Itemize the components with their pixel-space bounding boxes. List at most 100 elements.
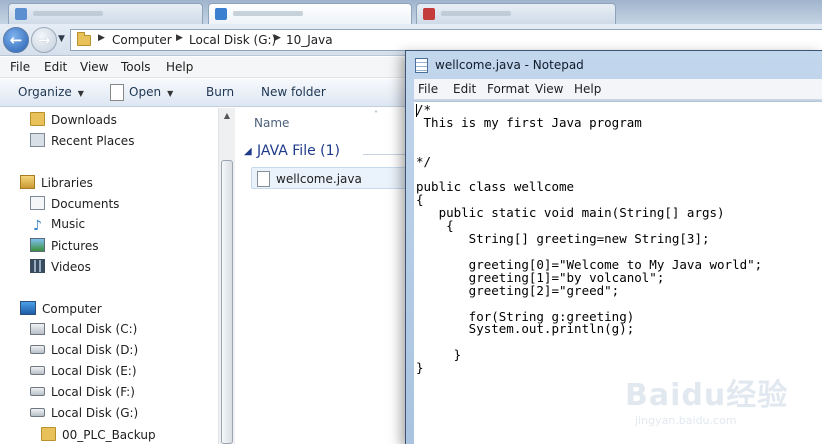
document-icon: [110, 84, 124, 101]
menu-view[interactable]: View: [80, 60, 108, 74]
breadcrumb-separator-icon[interactable]: ▶: [274, 33, 281, 43]
nav-item-recent-places[interactable]: Recent Places: [30, 133, 134, 148]
folder-icon: [30, 112, 45, 126]
notepad-icon: [415, 58, 428, 73]
chevron-down-icon: ▼: [77, 89, 84, 98]
nav-item-downloads[interactable]: Downloads: [30, 112, 117, 127]
notepad-title-bar[interactable]: wellcome.java - Notepad: [406, 51, 822, 79]
drive-icon: [30, 345, 45, 354]
address-box[interactable]: ▶ Computer ▶ Local Disk (G:) ▶ 10_Java: [70, 29, 822, 51]
nav-item-label: Local Disk (D:): [51, 343, 139, 357]
nav-item-label: Videos: [51, 260, 91, 274]
pictures-icon: [30, 238, 45, 252]
organize-button[interactable]: Organize ▼: [18, 85, 84, 99]
forward-arrow-icon: →: [37, 31, 51, 49]
tab-3[interactable]: [416, 3, 616, 24]
nav-item-local-disk-e[interactable]: Local Disk (E:): [30, 364, 137, 378]
file-name: wellcome.java: [276, 172, 362, 186]
menu-edit[interactable]: Edit: [44, 60, 67, 74]
recent-pages-dropdown-icon[interactable]: ▼: [58, 34, 65, 44]
nav-item-libraries[interactable]: Libraries: [20, 175, 93, 190]
nav-pane-scrollbar[interactable]: ▲: [218, 108, 235, 444]
column-header-name[interactable]: Name: [254, 116, 289, 130]
breadcrumb-separator-icon[interactable]: ▶: [98, 33, 105, 43]
chevron-down-icon: ▼: [167, 89, 174, 98]
drive-icon: [30, 366, 45, 375]
nav-item-music[interactable]: ♪ Music: [30, 217, 85, 233]
system-drive-icon: [30, 323, 45, 335]
back-button[interactable]: ←: [3, 27, 29, 53]
editor-content[interactable]: /* This is my first Java program */ publ…: [416, 103, 762, 375]
sort-arrow-icon: ˄: [374, 110, 378, 119]
menu-help[interactable]: Help: [166, 60, 193, 74]
text-caret: [416, 104, 417, 117]
watermark-logo: Baidu经验 jingyan.baidu.com: [625, 370, 815, 434]
menu-view[interactable]: View: [535, 82, 563, 96]
folder-icon: [41, 427, 56, 441]
new-folder-button[interactable]: New folder: [261, 85, 326, 99]
tab-2[interactable]: [208, 3, 412, 24]
menu-file[interactable]: File: [10, 60, 30, 74]
nav-item-label: Pictures: [51, 239, 99, 253]
java-file-icon: [257, 171, 270, 187]
group-header[interactable]: JAVA File (1): [257, 143, 340, 159]
nav-item-label: Recent Places: [51, 134, 135, 148]
drive-icon: [30, 387, 45, 396]
nav-item-label: Downloads: [51, 113, 117, 127]
breadcrumb-separator-icon[interactable]: ▶: [176, 33, 183, 43]
scroll-up-arrow-icon[interactable]: ▲: [219, 108, 235, 124]
nav-item-videos[interactable]: Videos: [30, 259, 91, 274]
nav-item-label: Local Disk (E:): [51, 364, 137, 378]
menu-edit[interactable]: Edit: [453, 82, 476, 96]
burn-button[interactable]: Burn: [206, 85, 234, 99]
menu-help[interactable]: Help: [574, 82, 601, 96]
film-icon: [30, 259, 45, 273]
nav-item-label: Local Disk (G:): [51, 406, 139, 420]
breadcrumb-10-java[interactable]: 10_Java: [286, 33, 333, 47]
computer-icon: [20, 301, 36, 315]
recent-places-icon: [30, 133, 45, 147]
nav-item-local-disk-g[interactable]: Local Disk (G:): [30, 406, 138, 420]
nav-item-local-disk-f[interactable]: Local Disk (F:): [30, 385, 135, 399]
nav-item-pictures[interactable]: Pictures: [30, 238, 99, 253]
music-note-icon: ♪: [33, 218, 42, 234]
nav-item-label: 00_PLC_Backup: [62, 428, 156, 442]
organize-label: Organize: [18, 85, 72, 99]
menu-format[interactable]: Format: [487, 82, 529, 96]
nav-item-local-disk-d[interactable]: Local Disk (D:): [30, 343, 138, 357]
open-button[interactable]: Open ▼: [129, 85, 173, 99]
back-arrow-icon: ←: [9, 31, 23, 49]
forward-button[interactable]: →: [31, 27, 57, 53]
menu-tools[interactable]: Tools: [121, 60, 151, 74]
tab-icon: [215, 8, 227, 20]
browser-tab-strip: [0, 0, 822, 24]
watermark-text: Baidu经验: [625, 378, 789, 413]
navigation-pane: Downloads Recent Places Libraries Docume…: [0, 108, 218, 444]
open-label: Open: [129, 85, 162, 99]
documents-icon: [30, 196, 45, 210]
library-icon: [20, 175, 35, 189]
drive-icon: [30, 408, 45, 417]
nav-item-local-disk-c[interactable]: Local Disk (C:): [30, 322, 137, 336]
tab-icon: [15, 8, 27, 20]
nav-item-label: Local Disk (C:): [51, 322, 138, 336]
tab-1[interactable]: [8, 3, 203, 24]
nav-item-computer[interactable]: Computer: [20, 301, 102, 316]
scrollbar-thumb[interactable]: [221, 160, 233, 444]
nav-item-documents[interactable]: Documents: [30, 196, 119, 211]
nav-item-00-plc-backup[interactable]: 00_PLC_Backup: [41, 427, 156, 442]
file-list-pane: Name ˄ ◢ JAVA File (1) wellcome.java: [235, 108, 425, 444]
folder-icon: [77, 32, 91, 46]
breadcrumb-computer[interactable]: Computer: [112, 33, 172, 47]
tab-icon: [423, 8, 435, 20]
window-title: wellcome.java - Notepad: [435, 58, 584, 72]
nav-item-label: Computer: [42, 302, 102, 316]
nav-item-label: Local Disk (F:): [51, 385, 135, 399]
watermark-url: jingyan.baidu.com: [635, 414, 737, 427]
file-item[interactable]: wellcome.java: [251, 167, 411, 189]
menu-file[interactable]: File: [418, 82, 438, 96]
nav-item-label: Libraries: [41, 176, 93, 190]
breadcrumb-local-disk-g[interactable]: Local Disk (G:): [189, 33, 276, 47]
notepad-menu-bar: File Edit Format View Help: [414, 79, 822, 100]
group-collapse-icon[interactable]: ◢: [244, 146, 252, 157]
